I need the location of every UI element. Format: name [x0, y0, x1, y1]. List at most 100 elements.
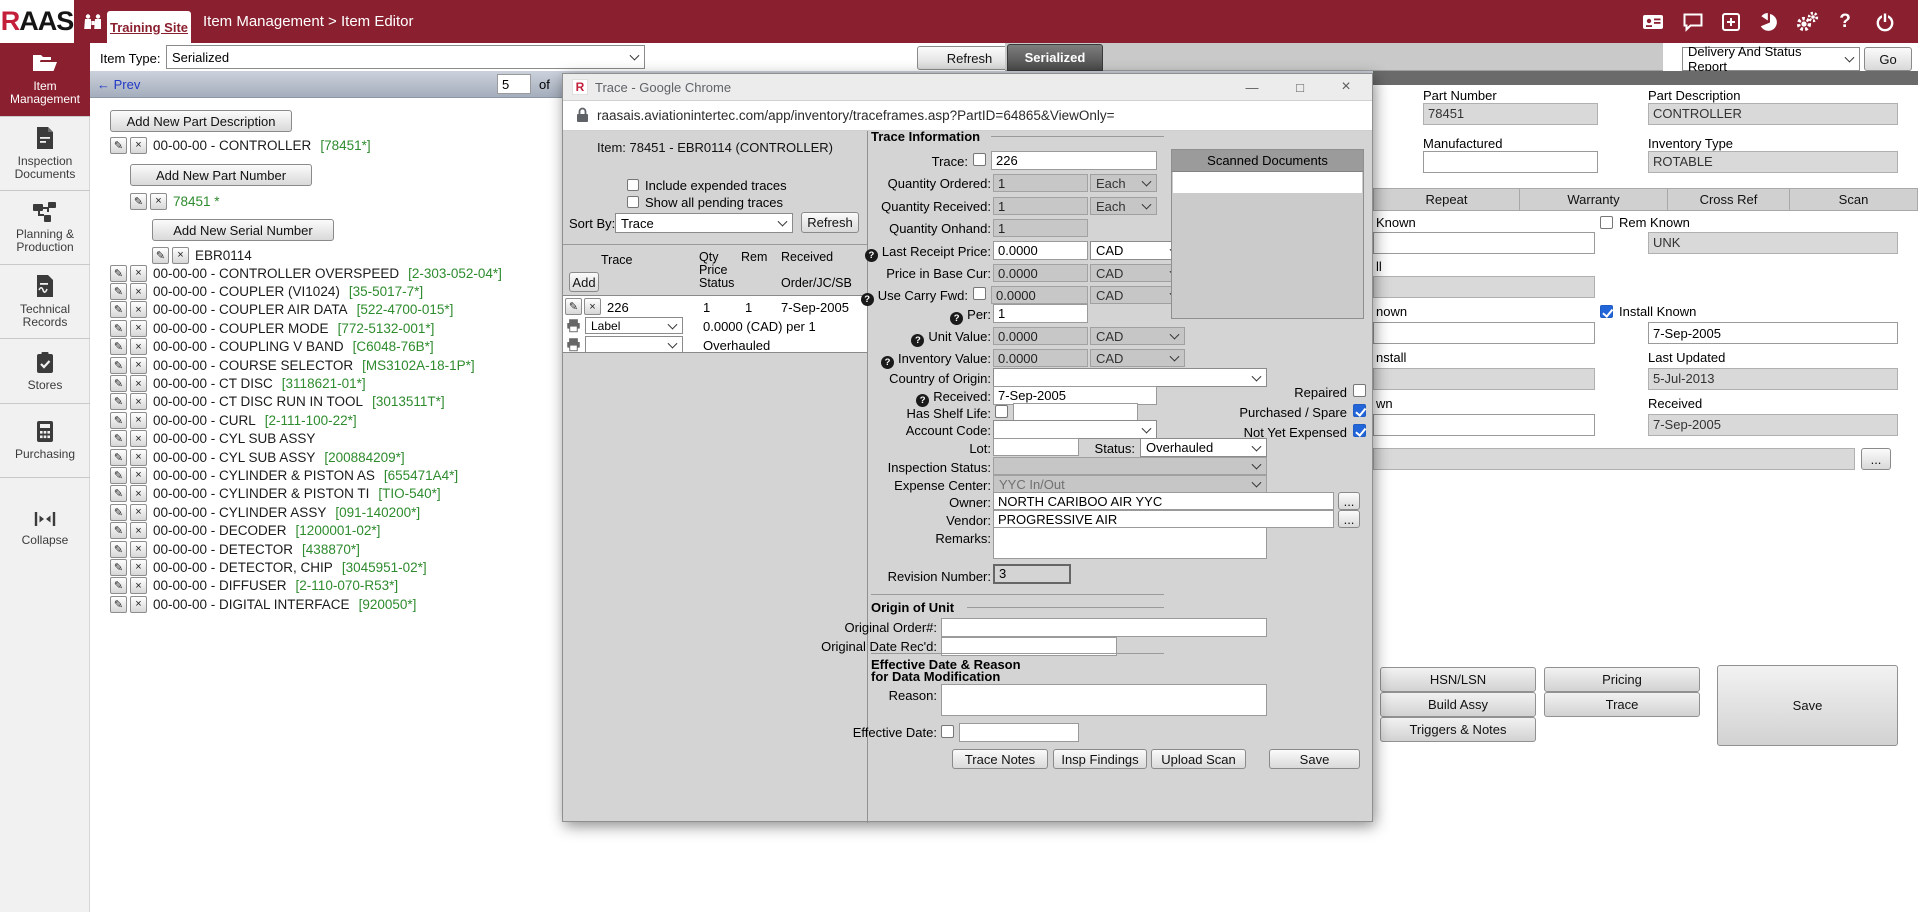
edit-icon[interactable]: ✎ — [110, 596, 127, 613]
sidebar-item-item-management[interactable]: Item Management — [0, 43, 90, 117]
inventory-value-currency-select[interactable]: CAD — [1090, 349, 1185, 367]
delete-icon[interactable]: × — [130, 320, 147, 337]
add-trace-button[interactable]: Add — [569, 272, 599, 292]
trace-button[interactable]: Trace — [1544, 692, 1700, 717]
header-cell-scan[interactable]: Scan — [1790, 188, 1918, 211]
remarks-textarea[interactable] — [993, 527, 1267, 559]
edit-icon[interactable]: ✎ — [130, 193, 147, 210]
expense-center-select[interactable]: YYC In/Out — [993, 475, 1267, 493]
manufactured-input[interactable] — [1423, 151, 1598, 173]
edit-icon[interactable]: ✎ — [110, 393, 127, 410]
label-print-select[interactable]: Label — [585, 317, 683, 334]
edit-icon[interactable]: ✎ — [110, 357, 127, 374]
help-icon[interactable]: ? — [911, 334, 924, 347]
delete-icon[interactable]: × — [130, 485, 147, 502]
browse-more-button[interactable]: ... — [1861, 448, 1891, 470]
original-order-input[interactable] — [941, 618, 1267, 637]
add-serial-number-button[interactable]: Add New Serial Number — [152, 219, 334, 241]
delete-icon[interactable]: × — [584, 298, 601, 315]
account-code-select[interactable] — [993, 420, 1157, 439]
delete-icon[interactable]: × — [130, 504, 147, 521]
rem-known-checkbox[interactable] — [1600, 216, 1613, 229]
effective-date-checkbox[interactable] — [941, 725, 954, 738]
header-cell-repeat[interactable]: Repeat — [1373, 188, 1520, 211]
edit-icon[interactable]: ✎ — [110, 412, 127, 429]
inspection-status-select[interactable] — [993, 457, 1267, 475]
pricing-button[interactable]: Pricing — [1544, 667, 1700, 692]
delete-icon[interactable]: × — [130, 430, 147, 447]
tab-training-site[interactable]: Training Site — [107, 11, 191, 43]
not-yet-expensed-checkbox[interactable] — [1353, 424, 1366, 437]
edit-icon[interactable]: ✎ — [110, 522, 127, 539]
qty-received-unit-select[interactable]: Each — [1090, 197, 1157, 215]
delete-icon[interactable]: × — [130, 577, 147, 594]
delete-icon[interactable]: × — [130, 596, 147, 613]
edit-icon[interactable]: ✎ — [110, 137, 127, 154]
dialog-title-bar[interactable]: R Trace - Google Chrome — □ × — [563, 74, 1372, 101]
edit-icon[interactable]: ✎ — [110, 467, 127, 484]
vendor-browse-button[interactable]: ... — [1338, 510, 1360, 528]
effective-date-input[interactable] — [959, 723, 1079, 742]
delete-icon[interactable]: × — [130, 449, 147, 466]
edit-icon[interactable]: ✎ — [110, 559, 127, 576]
binoculars-icon[interactable] — [80, 9, 106, 35]
tab-serialized[interactable]: Serialized — [1007, 44, 1103, 71]
help-icon[interactable]: ? — [865, 249, 878, 262]
trace-checkbox[interactable] — [973, 153, 986, 166]
report-select[interactable]: Delivery And Status Report — [1682, 47, 1860, 71]
item-type-select[interactable]: Serialized — [166, 45, 645, 69]
delete-icon[interactable]: × — [130, 559, 147, 576]
delete-icon[interactable]: × — [130, 375, 147, 392]
qty-ordered-unit-select[interactable]: Each — [1090, 174, 1157, 192]
add-part-number-button[interactable]: Add New Part Number — [130, 164, 312, 186]
sort-by-select[interactable]: Trace — [615, 213, 793, 233]
edit-icon[interactable]: ✎ — [152, 247, 169, 264]
edit-icon[interactable]: ✎ — [565, 298, 582, 315]
edit-icon[interactable]: ✎ — [110, 320, 127, 337]
help-icon[interactable]: ? — [881, 356, 894, 369]
sidebar-item-purchasing[interactable]: Purchasing — [0, 404, 90, 478]
sidebar-item-stores[interactable]: Stores — [0, 339, 90, 404]
help-icon[interactable]: ? — [861, 293, 874, 306]
edit-icon[interactable]: ✎ — [110, 430, 127, 447]
show-pending-checkbox[interactable] — [627, 196, 639, 208]
delete-icon[interactable]: × — [130, 522, 147, 539]
edit-icon[interactable]: ✎ — [110, 504, 127, 521]
power-icon[interactable] — [1872, 9, 1898, 35]
scanned-documents-list[interactable] — [1173, 172, 1362, 193]
insp-findings-button[interactable]: Insp Findings — [1053, 749, 1147, 769]
prev-link[interactable]: ← Prev — [97, 77, 140, 92]
delete-icon[interactable]: × — [130, 301, 147, 318]
last-receipt-price-input[interactable] — [993, 241, 1088, 260]
delete-icon[interactable]: × — [130, 357, 147, 374]
upload-scan-button[interactable]: Upload Scan — [1151, 749, 1246, 769]
chat-icon[interactable] — [1680, 9, 1706, 35]
shown-input[interactable] — [1373, 414, 1595, 436]
save-button[interactable]: Save — [1717, 665, 1898, 746]
edit-icon[interactable]: ✎ — [110, 301, 127, 318]
pie-chart-icon[interactable] — [1756, 9, 1782, 35]
known-input[interactable] — [1373, 232, 1595, 254]
print-icon[interactable] — [566, 337, 581, 355]
unit-value-currency-select[interactable]: CAD — [1090, 327, 1185, 345]
page-number-input[interactable] — [497, 74, 531, 94]
hsn-lsn-button[interactable]: HSN/LSN — [1380, 667, 1536, 692]
minimize-button[interactable]: — — [1239, 76, 1265, 98]
edit-icon[interactable]: ✎ — [110, 338, 127, 355]
dialog-save-button[interactable]: Save — [1269, 749, 1360, 769]
status-select[interactable]: Overhauled — [1140, 438, 1267, 457]
maximize-button[interactable]: □ — [1287, 76, 1313, 98]
edit-icon[interactable]: ✎ — [110, 283, 127, 300]
sidebar-item-collapse[interactable]: Collapse — [0, 498, 90, 558]
delete-icon[interactable]: × — [130, 338, 147, 355]
edit-icon[interactable]: ✎ — [110, 265, 127, 282]
shelf-life-checkbox[interactable] — [995, 405, 1008, 418]
print-icon[interactable] — [566, 318, 581, 336]
install-known-date-input[interactable] — [1648, 322, 1898, 344]
add-part-description-button[interactable]: Add New Part Description — [110, 110, 292, 132]
sidebar-item-planning-production[interactable]: Planning & Production — [0, 191, 90, 265]
delete-icon[interactable]: × — [130, 412, 147, 429]
delete-icon[interactable]: × — [130, 265, 147, 282]
delete-icon[interactable]: × — [130, 541, 147, 558]
header-cell-crossref[interactable]: Cross Ref — [1668, 188, 1790, 211]
